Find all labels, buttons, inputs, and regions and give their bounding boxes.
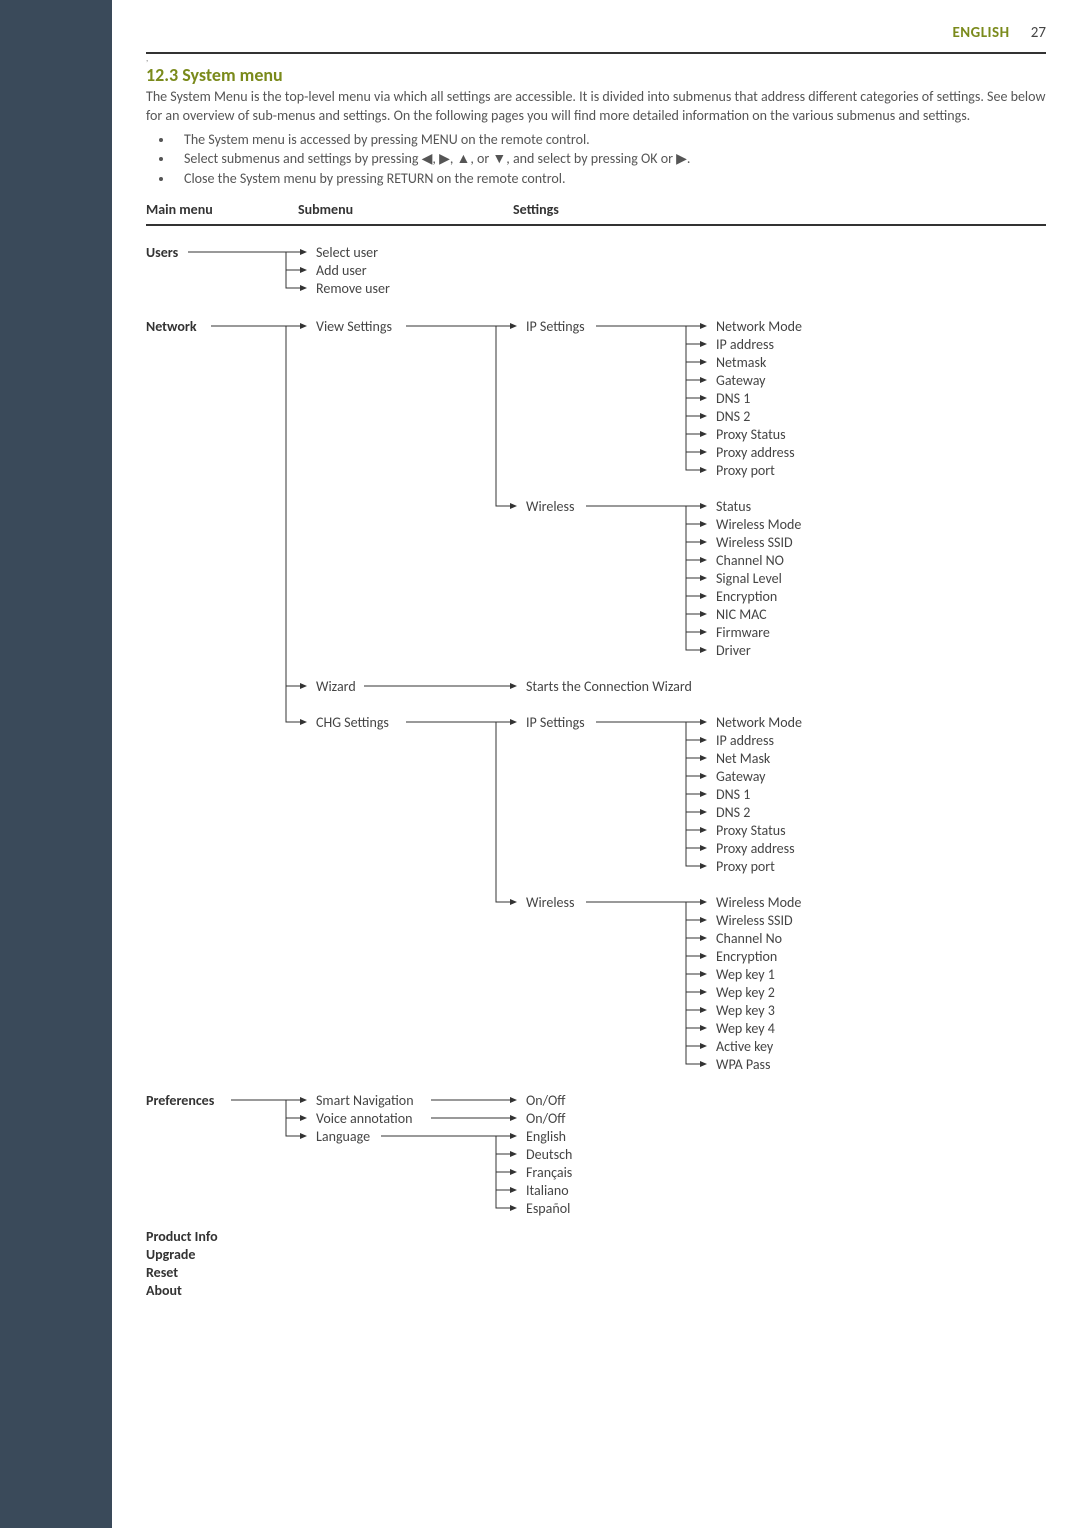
view-wl-item: NIC MAC xyxy=(716,606,767,623)
view-ip-item: Gateway xyxy=(716,372,765,389)
chg-wl-item: Wep key 2 xyxy=(716,984,775,1001)
chg-ip-item: Proxy address xyxy=(716,840,795,857)
header-page-number: 27 xyxy=(1031,24,1046,42)
chg-ip-item: Gateway xyxy=(716,768,765,785)
view-ip-item: DNS 1 xyxy=(716,390,750,407)
main-about: About xyxy=(146,1282,182,1299)
chg-wl-item: Wep key 1 xyxy=(716,966,775,983)
instruction-item: Select submenus and settings by pressing… xyxy=(174,149,1046,169)
header-language: ENGLISH xyxy=(952,24,1009,42)
network-wizard: Wizard xyxy=(316,678,356,695)
instruction-item: Close the System menu by pressing RETURN… xyxy=(174,169,1046,189)
users-remove: Remove user xyxy=(316,280,390,297)
chg-wl-item: Wep key 3 xyxy=(716,1002,775,1019)
view-ip-item: DNS 2 xyxy=(716,408,750,425)
section-intro: The System Menu is the top-level menu vi… xyxy=(146,88,1046,126)
pref-lang-opt: Italiano xyxy=(526,1182,569,1199)
view-ip-item: Proxy port xyxy=(716,462,775,479)
column-headers: Main menu Submenu Settings xyxy=(146,201,1046,226)
view-wl-item: Wireless SSID xyxy=(716,534,793,551)
view-wireless: Wireless xyxy=(526,498,574,515)
chg-wireless: Wireless xyxy=(526,894,574,911)
users-select: Select user xyxy=(316,244,378,261)
chg-ip-item: Network Mode xyxy=(716,714,802,731)
pref-voice: Voice annotation xyxy=(316,1110,412,1127)
view-wl-item: Status xyxy=(716,498,751,515)
chg-wl-item: Wep key 4 xyxy=(716,1020,775,1037)
wizard-text: Starts the Connection Wizard xyxy=(526,678,692,695)
page-header: ENGLISH 27 xyxy=(146,24,1046,42)
instruction-item: The System menu is accessed by pressing … xyxy=(174,130,1046,150)
section-title: 12.3 System menu xyxy=(146,64,1046,86)
view-ip-item: Proxy address xyxy=(716,444,795,461)
chg-wl-item: Encryption xyxy=(716,948,777,965)
view-ip-item: Network Mode xyxy=(716,318,802,335)
main-reset: Reset xyxy=(146,1264,178,1281)
view-wl-item: Wireless Mode xyxy=(716,516,801,533)
chg-ip-item: Proxy port xyxy=(716,858,775,875)
instruction-list: The System menu is accessed by pressing … xyxy=(174,130,1046,189)
pref-lang-opt: Español xyxy=(526,1200,570,1217)
pref-voice-opt: On/Off xyxy=(526,1110,565,1127)
chg-wl-item: Wireless SSID xyxy=(716,912,793,929)
chg-wl-item: Active key xyxy=(716,1038,773,1055)
chg-ip-item: IP address xyxy=(716,732,774,749)
main-users: Users xyxy=(146,244,178,261)
view-ip-item: Netmask xyxy=(716,354,766,371)
view-ip: IP Settings xyxy=(526,318,585,335)
pref-lang: Language xyxy=(316,1128,370,1145)
main-network: Network xyxy=(146,318,197,335)
chg-ip-item: Net Mask xyxy=(716,750,770,767)
view-wl-item: Firmware xyxy=(716,624,770,641)
pref-lang-opt: Deutsch xyxy=(526,1146,572,1163)
view-ip-item: Proxy Status xyxy=(716,426,786,443)
chg-ip-item: DNS 2 xyxy=(716,804,750,821)
col-submenu: Submenu xyxy=(298,201,513,218)
network-view: View Settings xyxy=(316,318,392,335)
main-product-info: Product Info xyxy=(146,1228,218,1245)
tick-mark: , xyxy=(146,56,1046,62)
pref-lang-opt: English xyxy=(526,1128,566,1145)
view-wl-item: Signal Level xyxy=(716,570,782,587)
main-preferences: Preferences xyxy=(146,1092,214,1109)
pref-smart: Smart Navigation xyxy=(316,1092,414,1109)
chg-wl-item: Channel No xyxy=(716,930,782,947)
view-wl-item: Encryption xyxy=(716,588,777,605)
network-chg: CHG Settings xyxy=(316,714,389,731)
chg-ip-item: DNS 1 xyxy=(716,786,750,803)
pref-smart-opt: On/Off xyxy=(526,1092,565,1109)
col-settings: Settings xyxy=(513,201,1046,218)
view-wl-item: Driver xyxy=(716,642,751,659)
users-add: Add user xyxy=(316,262,367,279)
view-ip-item: IP address xyxy=(716,336,774,353)
col-main-menu: Main menu xyxy=(146,201,298,218)
chg-ip-item: Proxy Status xyxy=(716,822,786,839)
pref-lang-opt: Français xyxy=(526,1164,572,1181)
menu-tree: Users Select user Add user Remove user N… xyxy=(146,236,1046,1426)
main-upgrade: Upgrade xyxy=(146,1246,195,1263)
chg-ip: IP Settings xyxy=(526,714,585,731)
chg-wl-item: WPA Pass xyxy=(716,1056,771,1073)
view-wl-item: Channel NO xyxy=(716,552,784,569)
chg-wl-item: Wireless Mode xyxy=(716,894,801,911)
